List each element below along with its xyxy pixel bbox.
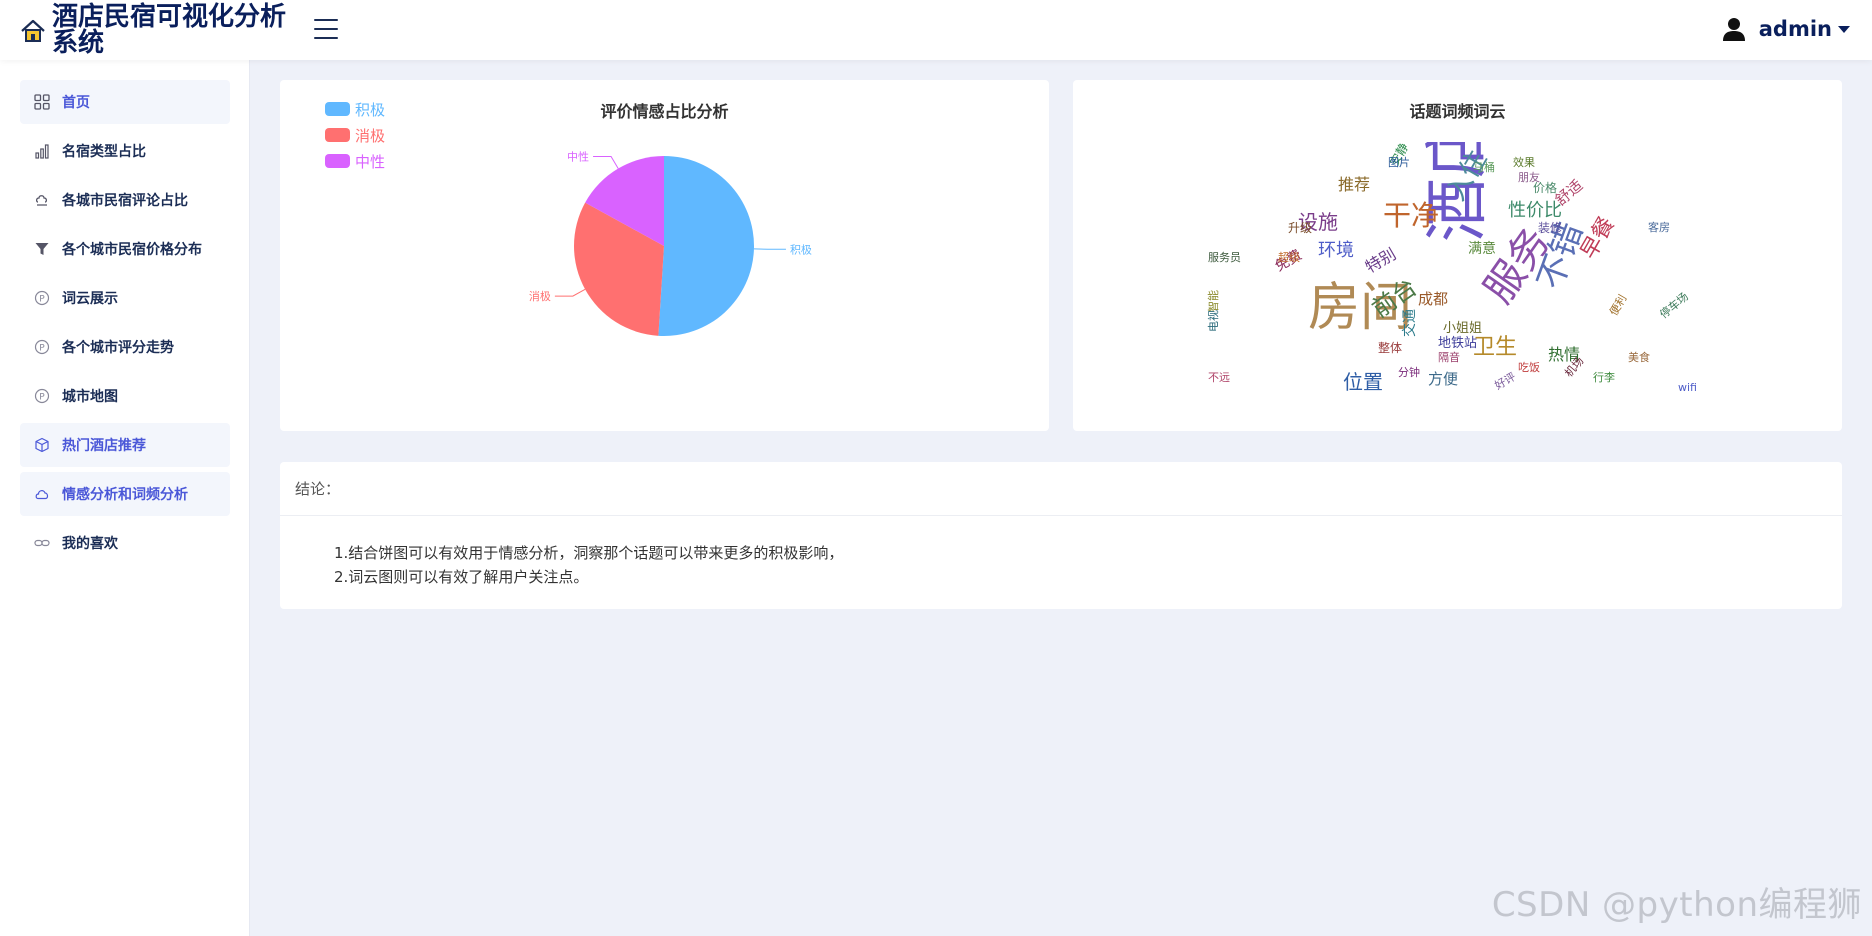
wordcloud-word: 服务员 <box>1208 251 1241 264</box>
pie-slice[interactable] <box>658 156 755 337</box>
user-icon <box>1722 18 1745 41</box>
filter-icon <box>35 243 49 255</box>
box-icon <box>35 437 49 453</box>
menu-toggle-icon[interactable] <box>314 19 338 41</box>
pie-label-line <box>593 155 619 169</box>
chevron-down-icon <box>1838 25 1850 33</box>
sidebar-item-wordcloud[interactable]: P 词云展示 <box>20 276 230 320</box>
conclusion-card: 结论： 1.结合饼图可以有效用于情感分析，洞察那个话题可以带来更多的积极影响， … <box>280 462 1842 609</box>
sidebar-item-label: 情感分析和词频分析 <box>62 487 188 503</box>
pie-label: 积极 <box>790 242 812 256</box>
wordcloud-title: 话题词频词云 <box>1409 102 1506 121</box>
wordcloud-word: 不远 <box>1208 371 1230 384</box>
wordcloud-word: 美食 <box>1628 351 1650 364</box>
wordcloud-word: 推荐 <box>1338 175 1371 194</box>
wordcloud-word: 干净 <box>1383 199 1440 232</box>
sidebar-item-label: 词云展示 <box>62 291 118 307</box>
wordcloud-word: 位置 <box>1343 370 1383 394</box>
wordcloud-word: 电视 <box>1207 310 1220 332</box>
svg-text:P: P <box>39 295 45 305</box>
sidebar-item-label: 各城市民宿评论占比 <box>62 193 188 209</box>
wordcloud-word: 智能 <box>1207 290 1220 312</box>
sidebar-item-label: 各个城市评分走势 <box>62 340 174 356</box>
wordcloud-word: 整体 <box>1378 341 1403 355</box>
sidebar-item-label: 各个城市民宿价格分布 <box>62 242 202 258</box>
wordcloud-word: 马桶 <box>1473 161 1495 174</box>
wordcloud-card: 话题词频词云 酒店 房间 服务 不错 干净 入住 前台 早餐 卫生 位置 设施 性价比 环境 热情 推荐 特别… <box>1073 80 1842 431</box>
wordcloud-word: 好评 <box>1492 370 1519 393</box>
svg-text:P: P <box>39 344 45 354</box>
wordcloud-word: 性价比 <box>1508 200 1562 221</box>
sidebar-item-price-dist[interactable]: 各个城市民宿价格分布 <box>20 227 230 271</box>
wordcloud-word: 舒适 <box>1551 176 1587 210</box>
sidebar-item-label: 我的喜欢 <box>62 536 118 552</box>
pie-label: 中性 <box>567 149 589 163</box>
wordcloud-word: 方便 <box>1428 370 1459 388</box>
conclusion-line: 1.结合饼图可以有效用于情感分析，洞察那个话题可以带来更多的积极影响， <box>334 544 844 562</box>
wordcloud-word: 早餐 <box>1576 212 1620 264</box>
wordcloud-word: 交通 <box>1402 309 1418 337</box>
sidebar-item-type-ratio[interactable]: 名宿类型占比 <box>20 129 230 173</box>
sidebar-item-score-trend[interactable]: P 各个城市评分走势 <box>20 325 230 369</box>
wordcloud-word: 升级 <box>1288 221 1313 235</box>
p-circle-icon: P <box>34 339 50 355</box>
wordcloud-word: 行李 <box>1593 371 1615 384</box>
wordcloud-word: 吃饭 <box>1518 361 1540 374</box>
sidebar-item-city-comments[interactable]: 各城市民宿评论占比 <box>20 178 230 222</box>
user-menu[interactable]: admin <box>1721 16 1850 42</box>
conclusion-line: 2.词云图则可以有效了解用户关注点。 <box>334 568 589 586</box>
user-name: admin <box>1758 17 1832 41</box>
sidebar-item-label: 名宿类型占比 <box>62 144 146 160</box>
wordcloud-word: wifi <box>1678 381 1697 394</box>
brand[interactable]: 酒店民宿可视化分析系统 <box>18 4 302 56</box>
pie-label-line <box>554 288 586 297</box>
wordcloud-word: 小姐姐 <box>1443 321 1483 336</box>
wordcloud-word: 特别 <box>1362 244 1400 277</box>
pie-label: 消极 <box>529 289 551 303</box>
p-circle-icon: P <box>34 290 50 306</box>
sidebar-item-home[interactable]: 首页 <box>20 80 230 124</box>
wordcloud-word: 卫生 <box>1473 335 1518 360</box>
wordcloud-word: 客房 <box>1648 221 1670 234</box>
bar-chart-icon <box>35 144 49 159</box>
wordcloud-word: 分钟 <box>1398 366 1420 379</box>
wordcloud-word: 装修 <box>1538 221 1563 235</box>
cloud-icon <box>35 195 48 206</box>
link-icon <box>34 539 50 547</box>
wordcloud-word: 地铁站 <box>1438 336 1478 351</box>
watermark: CSDN @python编程狮 <box>1491 885 1862 925</box>
home-icon <box>21 19 45 42</box>
top-header: 酒店民宿可视化分析系统 admin <box>0 0 1872 60</box>
sidebar-item-label: 首页 <box>62 95 90 111</box>
sidebar-item-favorites[interactable]: 我的喜欢 <box>20 521 230 565</box>
sidebar-item-hot-hotels[interactable]: 热门酒店推荐 <box>20 423 230 467</box>
wordcloud-word: 停车场 <box>1657 290 1691 322</box>
cloud-outline-icon <box>35 490 49 500</box>
p-circle-icon: P <box>34 388 50 404</box>
sidebar-item-city-map[interactable]: P 城市地图 <box>20 374 230 418</box>
wordcloud-word: 效果 <box>1513 156 1535 169</box>
svg-text:P: P <box>39 393 45 403</box>
wordcloud-word: 满意 <box>1468 241 1496 257</box>
app-title: 酒店民宿可视化分析系统 <box>52 2 287 58</box>
sidebar-item-sentiment[interactable]: 情感分析和词频分析 <box>20 472 230 516</box>
sidebar: 首页 名宿类型占比 各城市民宿评论占比 各个城市民宿价格分布 P 词云展示 P <box>0 60 250 936</box>
sentiment-pie-chart: 积极消极 中性 <box>529 149 812 337</box>
wordcloud-word: 隔音 <box>1438 351 1460 364</box>
conclusion-header: 结论： <box>280 462 1842 516</box>
wordcloud-word: 超级 <box>1278 251 1300 264</box>
sidebar-item-label: 城市地图 <box>62 389 118 405</box>
sidebar-item-label: 热门酒店推荐 <box>62 438 146 454</box>
sentiment-card: 评价情感占比分析 积极 消极 中性 积极 消极 中性 <box>280 80 1049 431</box>
wordcloud-word: 便利 <box>1607 292 1630 318</box>
wordcloud-word: 成都 <box>1418 290 1449 308</box>
grid-icon <box>34 94 50 110</box>
word-cloud: 酒店 房间 服务 不错 干净 入住 前台 早餐 卫生 位置 设施 性价比 环境 热情 推荐 特别 舒适 方便 成都满… <box>1188 142 1733 394</box>
wordcloud-word: 环境 <box>1318 240 1354 261</box>
wordcloud-word: 图片 <box>1388 156 1410 169</box>
wordcloud-word: 朋友 <box>1518 171 1540 184</box>
